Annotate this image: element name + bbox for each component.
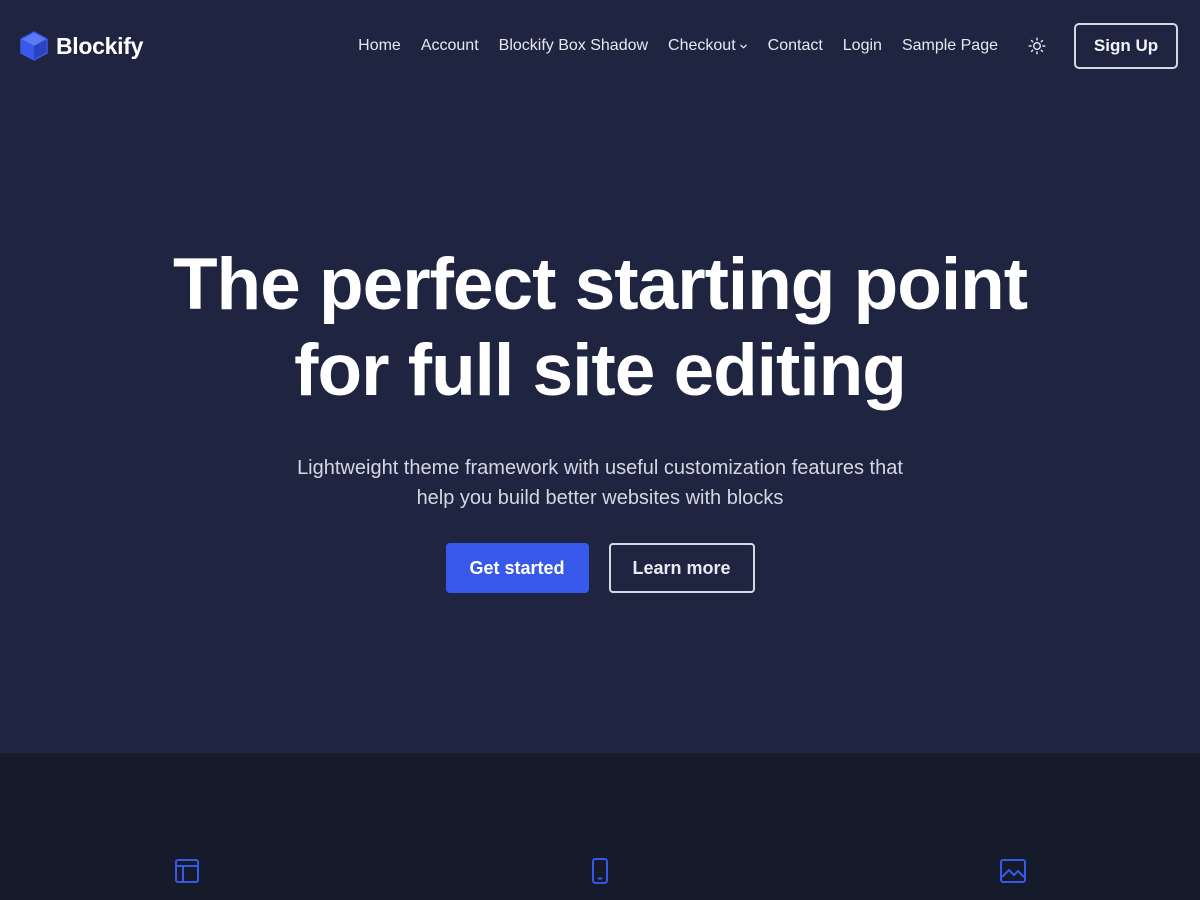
- theme-toggle[interactable]: [1026, 35, 1048, 57]
- sign-up-button[interactable]: Sign Up: [1074, 23, 1178, 69]
- learn-more-button[interactable]: Learn more: [608, 543, 755, 593]
- hero-title-line-1: The perfect starting point: [172, 244, 1028, 325]
- hero-title: The perfect starting point for full site…: [0, 242, 1200, 414]
- sun-icon: [1028, 37, 1046, 55]
- chevron-down-icon: [739, 44, 747, 48]
- mobile-icon: [586, 856, 614, 886]
- hero-actions: Get started Learn more: [0, 543, 1200, 593]
- nav-item-checkout[interactable]: Checkout: [668, 37, 748, 55]
- hero-title-line-2: for full site editing: [294, 330, 907, 411]
- brand-name: Blockify: [56, 32, 144, 59]
- site-header: Blockify Home Account Blockify Box Shado…: [0, 0, 1200, 92]
- nav-item-contact[interactable]: Contact: [768, 37, 823, 55]
- layout-icon: [173, 856, 201, 886]
- get-started-button[interactable]: Get started: [445, 543, 589, 593]
- hero-section: The perfect starting point for full site…: [0, 92, 1200, 753]
- cube-logo-icon: [20, 31, 48, 61]
- page: Blockify Home Account Blockify Box Shado…: [0, 0, 1200, 900]
- hero-subtitle-line-1: Lightweight theme framework with useful …: [297, 457, 903, 479]
- nav-item-home[interactable]: Home: [358, 37, 401, 55]
- features-section: [0, 753, 1200, 900]
- nav-item-sample-page[interactable]: Sample Page: [902, 37, 998, 55]
- brand[interactable]: Blockify: [20, 31, 143, 61]
- hero-subtitle: Lightweight theme framework with useful …: [0, 453, 1200, 513]
- main-nav: Home Account Blockify Box Shadow Checkou…: [358, 23, 1178, 69]
- nav-item-login[interactable]: Login: [843, 37, 882, 55]
- hero-subtitle-line-2: help you build better websites with bloc…: [416, 487, 784, 509]
- nav-item-blockify-box-shadow[interactable]: Blockify Box Shadow: [499, 37, 648, 55]
- image-icon: [999, 856, 1027, 886]
- nav-item-account[interactable]: Account: [421, 37, 479, 55]
- nav-item-checkout-label: Checkout: [668, 37, 736, 54]
